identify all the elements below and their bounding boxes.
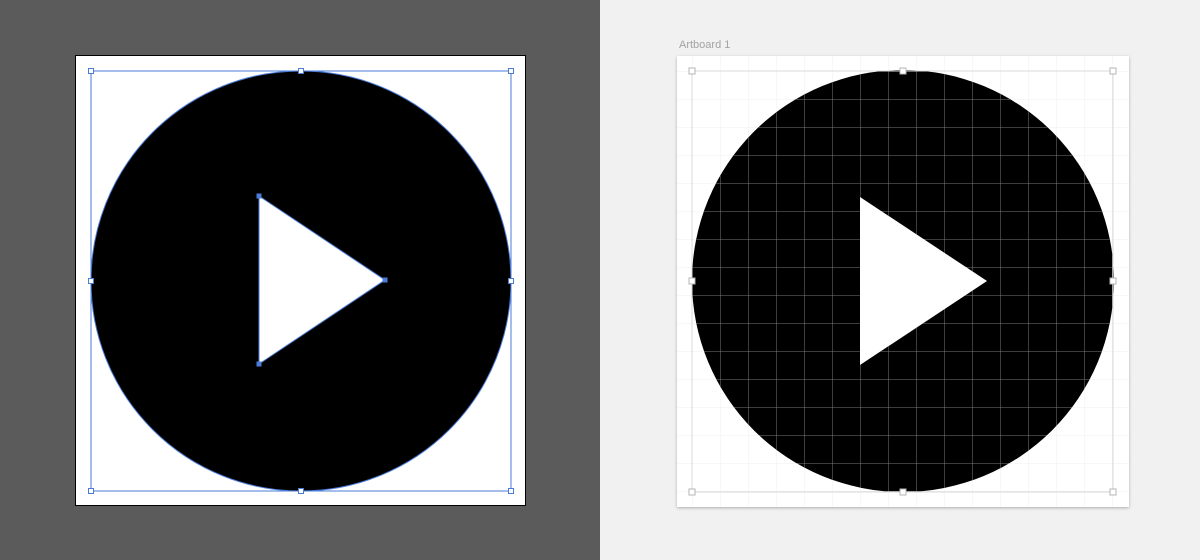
handle-bottom-right[interactable] <box>1109 488 1117 496</box>
handle-left[interactable] <box>88 278 94 284</box>
artboard-label[interactable]: Artboard 1 <box>679 39 730 51</box>
handle-top-left[interactable] <box>88 68 94 74</box>
illustrator-artboard[interactable] <box>75 55 526 506</box>
play-button-graphic <box>677 56 1129 507</box>
anchor-point[interactable] <box>256 361 262 367</box>
anchor-point[interactable] <box>382 277 388 283</box>
sketch-artboard[interactable] <box>677 56 1129 507</box>
handle-top[interactable] <box>298 68 304 74</box>
handle-right[interactable] <box>1109 277 1117 285</box>
play-button-graphic <box>88 68 514 494</box>
handle-bottom[interactable] <box>899 488 907 496</box>
handle-bottom-right[interactable] <box>508 488 514 494</box>
illustrator-canvas[interactable] <box>0 0 600 560</box>
handle-top-right[interactable] <box>1109 67 1117 75</box>
sketch-canvas[interactable]: Artboard 1 <box>600 0 1200 560</box>
handle-top-left[interactable] <box>688 67 696 75</box>
handle-right[interactable] <box>508 278 514 284</box>
handle-bottom[interactable] <box>298 488 304 494</box>
handle-left[interactable] <box>688 277 696 285</box>
handle-top[interactable] <box>899 67 907 75</box>
handle-bottom-left[interactable] <box>688 488 696 496</box>
anchor-point[interactable] <box>256 193 262 199</box>
handle-top-right[interactable] <box>508 68 514 74</box>
handle-bottom-left[interactable] <box>88 488 94 494</box>
